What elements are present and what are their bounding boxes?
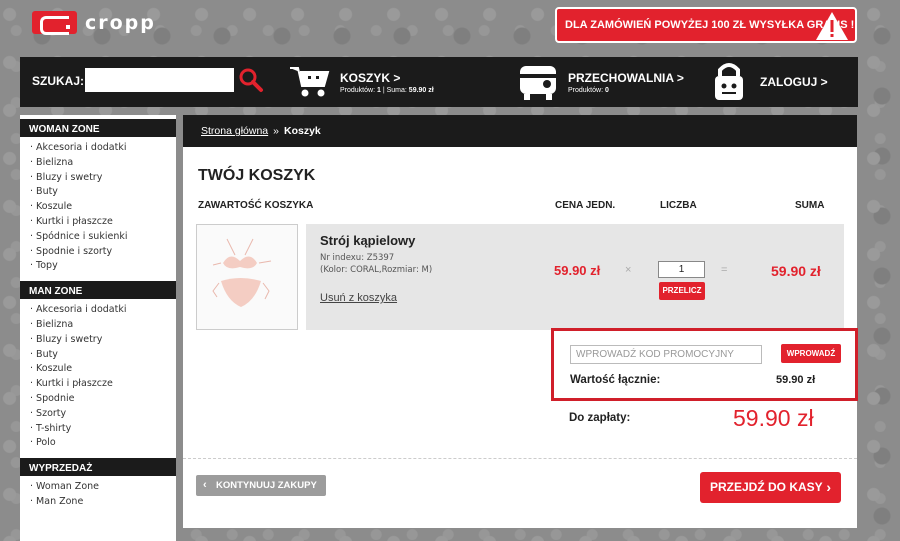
- breadcrumb-current: Koszyk: [283, 125, 321, 137]
- sidebar-item[interactable]: Man Zone: [30, 495, 176, 510]
- product-meta: Nr indexu: Z5397 (Kolor: CORAL,Rozmiar: …: [320, 252, 432, 276]
- sidebar-item[interactable]: Bluzy i swetry: [30, 333, 176, 348]
- cart-panel: Strona główna » Koszyk TWÓJ KOSZYK ZAWAR…: [183, 115, 858, 528]
- warning-icon: [816, 12, 848, 40]
- sidebar-item[interactable]: Koszule: [30, 200, 176, 215]
- search-label: SZUKAJ:: [32, 74, 85, 88]
- unit-price: 59.90 zł: [554, 263, 601, 278]
- continue-shopping-button[interactable]: ‹ KONTYNUUJ ZAKUPY: [196, 475, 326, 496]
- sidebar-item[interactable]: Spodnie: [30, 392, 176, 407]
- man-zone-heading[interactable]: MAN ZONE: [20, 277, 176, 300]
- storage-summary: Produktów: 0: [568, 86, 609, 94]
- sidebar-item[interactable]: Bluzy i swetry: [30, 171, 176, 186]
- sidebar-item[interactable]: Topy: [30, 259, 176, 274]
- product-name[interactable]: Strój kąpielowy: [320, 233, 415, 248]
- breadcrumb-separator: »: [273, 125, 279, 137]
- category-sidebar: WOMAN ZONE Akcesoria i dodatki Bielizna …: [20, 115, 176, 541]
- free-shipping-banner[interactable]: DLA ZAMÓWIEŃ POWYŻEJ 100 ZŁ WYSYŁKA GRAT…: [555, 7, 857, 43]
- remove-item-link[interactable]: Usuń z koszyka: [320, 292, 397, 304]
- total-value: 59.90 zł: [776, 374, 816, 386]
- search-input[interactable]: [85, 68, 234, 92]
- checkout-label: PRZEJDŹ DO KASY: [710, 480, 823, 494]
- woman-zone-heading[interactable]: WOMAN ZONE: [20, 115, 176, 137]
- column-header-content: ZAWARTOŚĆ KOSZYKA: [198, 200, 314, 211]
- sidebar-item[interactable]: Akcesoria i dodatki: [30, 303, 176, 318]
- sidebar-item[interactable]: Bielizna: [30, 156, 176, 171]
- sidebar-item[interactable]: Kurtki i płaszcze: [30, 377, 176, 392]
- cart-summary: Produktów: 1 | Suma: 59.90 zł: [340, 86, 434, 94]
- sidebar-item[interactable]: Polo: [30, 436, 176, 451]
- lock-icon: [715, 63, 743, 100]
- promo-code-input[interactable]: WPROWADŹ KOD PROMOCYJNY: [570, 345, 762, 364]
- continue-shopping-label: KONTYNUUJ ZAKUPY: [216, 480, 317, 491]
- brand-logo[interactable]: cropp: [32, 11, 156, 35]
- cart-item-row: Strój kąpielowy Nr indexu: Z5397 (Kolor:…: [306, 224, 844, 330]
- breadcrumb-home-link[interactable]: Strona główna: [201, 125, 268, 137]
- breadcrumb: Strona główna » Koszyk: [183, 115, 857, 147]
- logo-mark-icon: [32, 11, 77, 35]
- equals-sign: =: [721, 264, 728, 276]
- sidebar-item[interactable]: T-shirty: [30, 422, 176, 437]
- cart-link[interactable]: KOSZYK > Produktów: 1 | Suma: 59.90 zł: [286, 57, 434, 107]
- man-zone-list: Akcesoria i dodatki Bielizna Bluzy i swe…: [20, 299, 176, 454]
- cart-title: KOSZYK >: [340, 70, 401, 85]
- promo-code-box: WPROWADŹ KOD PROMOCYJNY WPROWADŹ Wartość…: [551, 328, 858, 401]
- product-index: Nr indexu: Z5397: [320, 253, 395, 263]
- sidebar-item[interactable]: Buty: [30, 185, 176, 200]
- swimsuit-image: [212, 238, 272, 307]
- sidebar-item[interactable]: Spodnie i szorty: [30, 245, 176, 260]
- storage-title: PRZECHOWALNIA >: [568, 70, 684, 85]
- header-bar: SZUKAJ: KOSZYK > Produktów: 1 | Suma: 59…: [20, 57, 858, 107]
- column-header-sum: SUMA: [795, 200, 825, 211]
- quantity-input[interactable]: 1: [658, 261, 705, 278]
- storage-link[interactable]: PRZECHOWALNIA > Produktów: 0: [514, 57, 684, 107]
- page-title: TWÓJ KOSZYK: [198, 167, 316, 184]
- woman-zone-list: Akcesoria i dodatki Bielizna Bluzy i swe…: [20, 137, 176, 277]
- sidebar-item[interactable]: Buty: [30, 348, 176, 363]
- sidebar-item[interactable]: Woman Zone: [30, 480, 176, 495]
- product-variant: (Kolor: CORAL,Rozmiar: M): [320, 265, 433, 275]
- login-title: ZALOGUJ >: [760, 75, 828, 89]
- sidebar-item[interactable]: Koszule: [30, 362, 176, 377]
- recalculate-button[interactable]: PRZELICZ: [659, 282, 705, 300]
- cart-icon: [290, 67, 330, 97]
- multiply-sign: ×: [625, 264, 632, 276]
- amount-due-label: Do zapłaty:: [569, 412, 631, 424]
- sale-heading[interactable]: WYPRZEDAŻ: [20, 454, 176, 477]
- column-header-quantity: LICZBA: [660, 200, 697, 211]
- sidebar-item[interactable]: Bielizna: [30, 318, 176, 333]
- free-shipping-text: DLA ZAMÓWIEŃ POWYŻEJ 100 ZŁ WYSYŁKA GRAT…: [565, 19, 855, 31]
- sidebar-item[interactable]: Akcesoria i dodatki: [30, 141, 176, 156]
- storage-box-icon: [520, 66, 556, 100]
- product-image[interactable]: [196, 224, 298, 330]
- sidebar-item[interactable]: Kurtki i płaszcze: [30, 215, 176, 230]
- divider: [183, 458, 857, 459]
- login-link[interactable]: ZALOGUJ >: [706, 57, 828, 107]
- total-value-label: Wartość łącznie:: [570, 374, 661, 386]
- chevron-left-icon: ‹: [203, 479, 207, 491]
- apply-promo-button[interactable]: WPROWADŹ: [781, 344, 841, 363]
- search-icon[interactable]: [238, 67, 264, 93]
- sidebar-item[interactable]: Szorty: [30, 407, 176, 422]
- amount-due: 59.90 zł: [733, 405, 814, 431]
- column-header-unit-price: CENA JEDN.: [555, 200, 616, 211]
- logo-text: cropp: [85, 11, 156, 34]
- checkout-button[interactable]: PRZEJDŹ DO KASY ›: [700, 472, 841, 503]
- sale-list: Woman Zone Man Zone: [20, 476, 176, 513]
- chevron-right-icon: ›: [826, 479, 831, 495]
- sidebar-item[interactable]: Spódnice i sukienki: [30, 230, 176, 245]
- item-total: 59.90 zł: [771, 263, 821, 279]
